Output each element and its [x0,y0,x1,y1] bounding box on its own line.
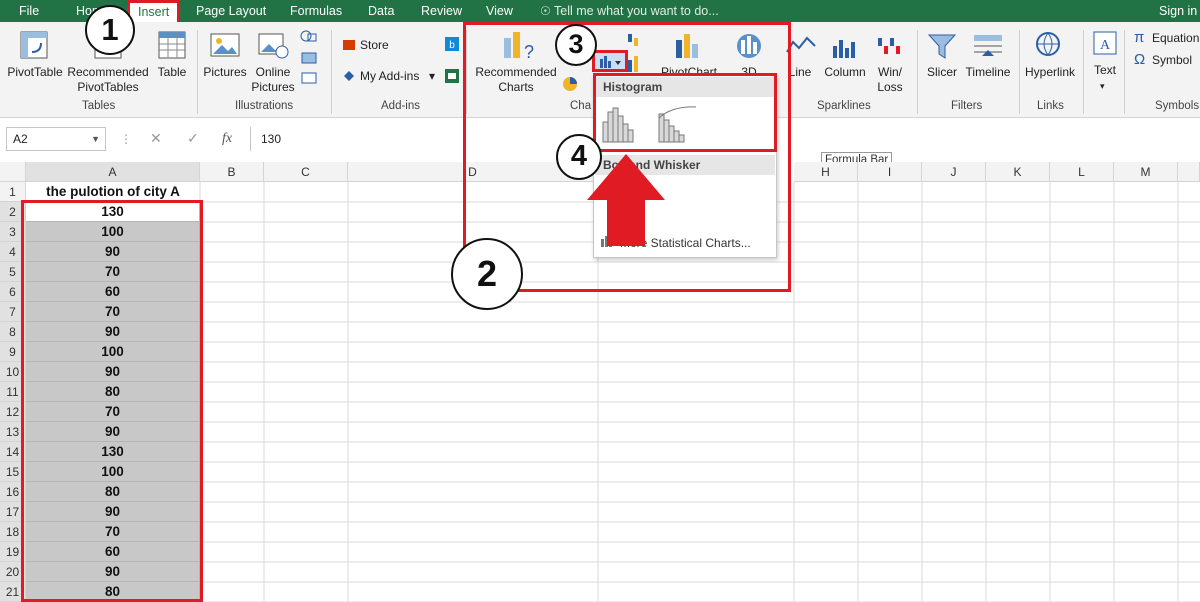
divider [1083,30,1084,114]
omega-icon: Ω [1134,51,1146,68]
sparklines-group-label: Sparklines [817,100,871,112]
insert-function-icon[interactable]: fx [222,131,232,147]
lightbulb-icon: ☉ [540,4,551,18]
equation-button[interactable]: Equation [1152,31,1199,46]
data-highlight-box [21,200,203,602]
recommended-pivottables-button[interactable]: Recommended PivotTables [66,65,150,95]
text-dropdown-icon[interactable]: ▾ [1100,79,1105,94]
divider [1124,30,1125,114]
enter-icon[interactable]: ✓ [187,130,199,147]
timeline-icon [974,35,1002,56]
callout-2: 2 [451,238,523,310]
callout-1: 1 [85,5,135,55]
svg-text:b: b [449,40,455,51]
statistical-chart-icon [600,56,621,68]
callout-3: 3 [555,24,597,66]
store-icon [343,40,355,50]
histogram-highlight-box [593,73,777,152]
cancel-icon[interactable]: ✕ [150,130,162,147]
textbox-icon: A [1093,31,1117,55]
pivottable-icon [20,31,48,59]
hyperlink-icon [1036,32,1060,56]
store-button[interactable]: Store [360,38,389,53]
callout-4: 4 [556,134,602,180]
hyperlink-button[interactable]: Hyperlink [1022,65,1078,80]
text-button[interactable]: Text [1090,63,1120,78]
statistical-chart-button[interactable] [592,50,628,72]
winloss-sparkline-button[interactable]: Win/ Loss [870,65,910,95]
column-sparkline-icon [833,40,855,58]
ribbon-tab-bar: File Home Insert Page Layout Formulas Da… [0,0,1200,22]
pictures-button[interactable]: Pictures [202,65,248,80]
online-pictures-button[interactable]: Online Pictures [250,65,296,95]
row-header[interactable]: 1 [0,182,26,202]
people-graph-icon[interactable] [444,68,460,84]
shapes-smartart-icons [300,30,317,84]
symbol-button[interactable]: Symbol [1152,53,1192,68]
links-group-label: Links [1037,100,1064,112]
column-sparkline-button[interactable]: Column [820,65,870,80]
svg-text:A: A [1100,38,1111,53]
tell-me-box[interactable]: ☉ Tell me what you want to do... [540,0,719,22]
online-pictures-icon [258,33,289,59]
tables-group-label: Tables [82,100,116,112]
divider [331,30,332,114]
addins-group-label: Add-ins [381,100,420,112]
header-cell-a1[interactable]: the pulotion of city A [26,182,200,202]
divider [197,30,198,114]
name-box-dropdown-icon[interactable]: ▼ [91,128,100,150]
pi-icon: π [1134,29,1145,46]
divider [1019,30,1020,114]
my-addins-dropdown-icon[interactable]: ▾ [429,69,435,84]
slicer-button[interactable]: Slicer [922,65,962,80]
tab-page-layout[interactable]: Page Layout [196,0,266,22]
tab-formulas[interactable]: Formulas [290,0,342,22]
timeline-button[interactable]: Timeline [962,65,1014,80]
my-addins-button[interactable]: My Add-ins [360,69,419,84]
tab-file[interactable]: File [19,0,39,22]
tab-insert[interactable]: Insert [127,0,181,22]
my-addins-icon [344,71,354,81]
filters-group-label: Filters [951,100,983,112]
table-icon [158,31,186,59]
pictures-icon [210,33,240,57]
winloss-sparkline-icon [878,38,900,54]
name-box[interactable]: A2 ▼ [6,127,106,151]
tab-review[interactable]: Review [421,0,462,22]
sign-in-link[interactable]: Sign in [1159,0,1197,22]
symbols-group-label: Symbols [1155,100,1200,112]
dots-icon: ⋮ [120,132,132,146]
tab-view[interactable]: View [486,0,513,22]
table-button[interactable]: Table [152,65,192,80]
pivottable-button[interactable]: PivotTable [4,65,66,80]
divider [917,30,918,114]
slicer-icon [927,34,957,59]
tab-data[interactable]: Data [368,0,394,22]
illustrations-group-label: Illustrations [235,100,294,112]
bing-maps-icon[interactable]: b [444,36,460,52]
